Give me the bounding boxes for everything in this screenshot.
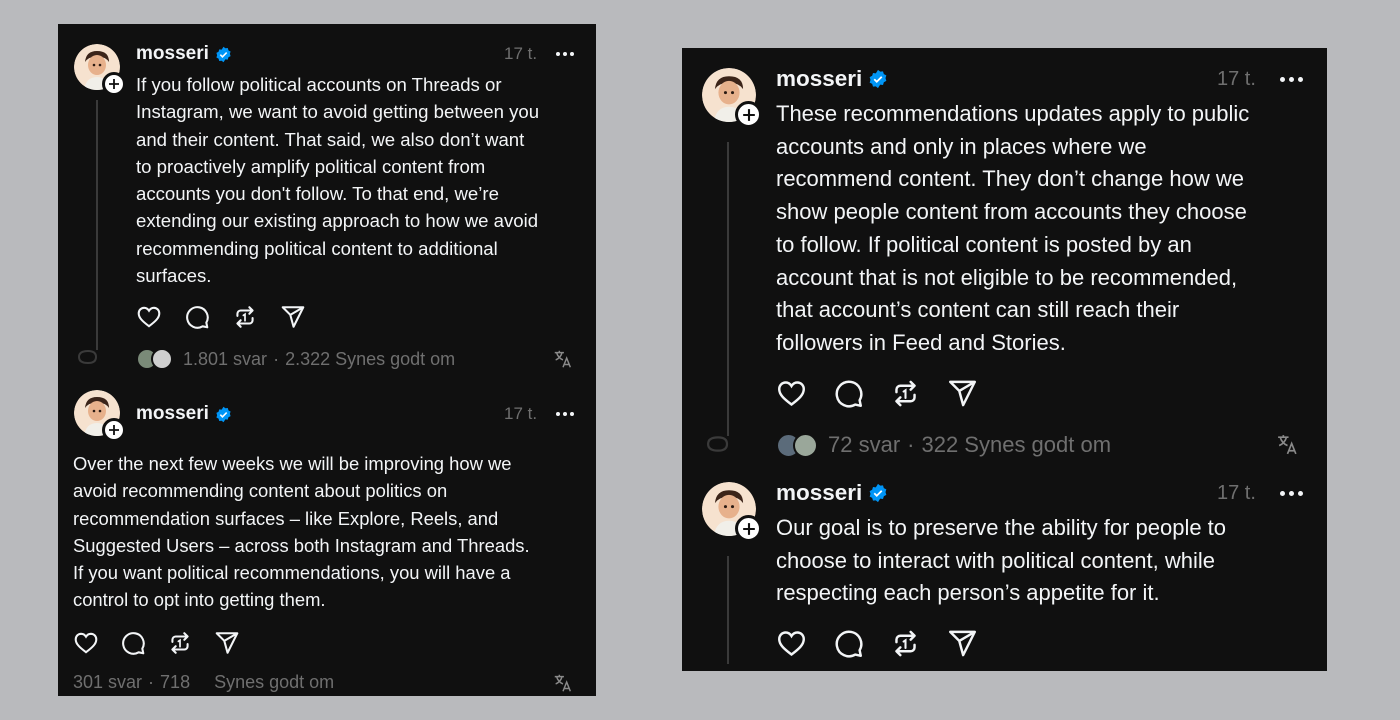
translate-icon[interactable] [552,672,574,694]
post-time: 17 t. [1217,482,1256,504]
more-icon[interactable] [556,52,574,56]
like-count[interactable]: 322 Synes godt om [921,432,1111,458]
reply-count[interactable]: 72 svar [828,432,900,458]
screenshot-left-panel: mosseri 17 t. If you follow political ac… [58,24,596,696]
repost-icon[interactable] [890,628,921,659]
share-icon[interactable] [280,304,306,330]
action-bar [136,304,306,330]
verified-icon [216,46,231,62]
avatar[interactable] [702,482,762,542]
stats-separator: · [907,432,915,457]
post-time: 17 t. [1217,68,1256,90]
more-icon[interactable] [1280,491,1303,496]
follow-plus-icon[interactable] [102,418,126,442]
post-text: If you follow political accounts on Thre… [136,74,540,287]
heart-icon[interactable] [136,304,162,330]
replier-avatars [776,432,818,458]
username-text[interactable]: mosseri [776,480,862,506]
username-text[interactable]: mosseri [776,66,862,92]
post-text: These recommendations updates apply to p… [776,101,1250,355]
thread-loop-icon [706,436,729,452]
share-icon[interactable] [947,628,978,659]
replier-avatar [151,348,173,370]
post-time: 17 t. [504,404,538,423]
verified-icon [216,406,231,422]
comment-icon[interactable] [120,630,146,656]
repost-icon[interactable] [167,630,193,656]
username-text[interactable]: mosseri [136,43,209,65]
heart-icon[interactable] [776,628,807,659]
like-count[interactable]: 2.322 Synes godt om [285,349,455,370]
translate-icon[interactable] [1275,432,1300,457]
comment-icon[interactable] [833,628,864,659]
post-stats: 1.801 svar · 2.322 Synes godt om [136,348,455,370]
reply-count[interactable]: 1.801 svar [183,349,267,370]
like-count[interactable]: 718 [160,672,190,693]
like-label[interactable]: Synes godt om [214,672,334,693]
share-icon[interactable] [947,378,978,409]
reply-count[interactable]: 301 svar [73,672,142,693]
comment-icon[interactable] [833,378,864,409]
follow-plus-icon[interactable] [735,101,762,128]
follow-plus-icon[interactable] [102,72,126,96]
action-bar [776,628,978,659]
replier-avatar [793,432,818,458]
post-stats: 301 svar · 718 Synes godt om [73,672,334,693]
heart-icon[interactable] [776,378,807,409]
more-icon[interactable] [1280,77,1303,82]
follow-plus-icon[interactable] [735,515,762,542]
repost-icon[interactable] [232,304,258,330]
username[interactable]: mosseri [776,66,888,92]
thread-line [96,100,98,350]
verified-icon [869,483,887,503]
action-bar [776,378,978,409]
stats-separator: · [273,348,280,369]
thread-loop-icon [77,349,97,365]
repost-icon[interactable] [890,378,921,409]
screenshot-right-panel: mosseri 17 t. These recommendations upda… [682,48,1327,671]
post-time: 17 t. [504,44,538,63]
thread-line [727,556,729,664]
username[interactable]: mosseri [136,43,232,65]
stats-separator: · [148,672,155,692]
verified-icon [869,69,887,89]
username[interactable]: mosseri [776,480,888,506]
share-icon[interactable] [214,630,240,656]
translate-icon[interactable] [552,348,574,370]
more-icon[interactable] [556,412,574,416]
username-text[interactable]: mosseri [136,403,209,425]
comment-icon[interactable] [184,304,210,330]
post-text: Over the next few weeks we will be impro… [73,453,530,611]
action-bar [73,630,240,656]
avatar[interactable] [74,44,126,96]
avatar[interactable] [74,390,126,442]
heart-icon[interactable] [73,630,99,656]
replier-avatars [136,348,173,370]
username[interactable]: mosseri [136,403,232,425]
post-text: Our goal is to preserve the ability for … [776,515,1227,606]
thread-line [727,142,729,436]
avatar[interactable] [702,68,762,128]
post-stats: 72 svar · 322 Synes godt om [776,432,1111,458]
